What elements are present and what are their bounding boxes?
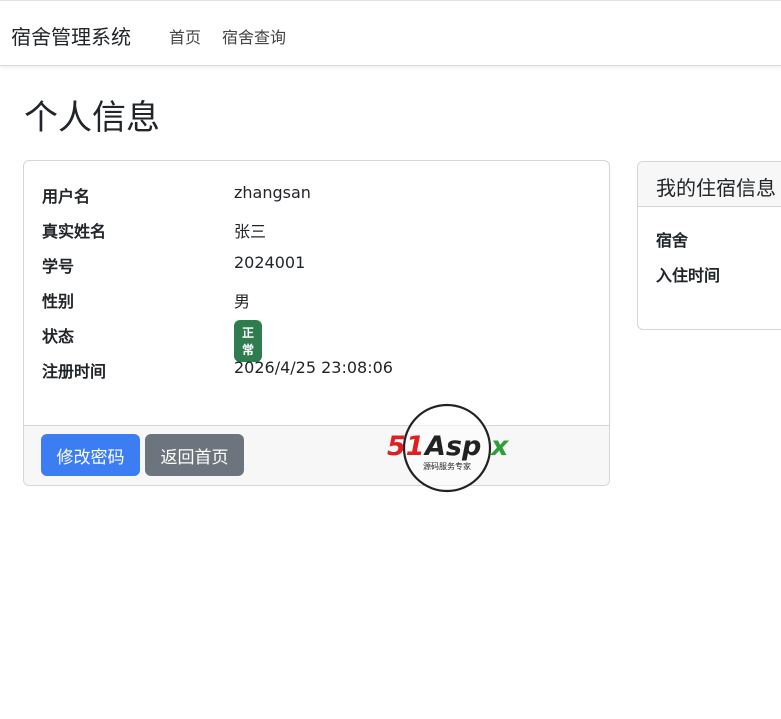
info-value: 2024001 <box>234 253 306 272</box>
page-title: 个人信息 <box>24 98 160 138</box>
info-value: 张三 <box>234 222 267 241</box>
info-label: 状态 <box>42 327 75 346</box>
change-password-button[interactable]: 修改密码 <box>41 434 140 476</box>
profile-card: 用户名 zhangsan 真实姓名 张三 学号 2024001 性别 男 状态 … <box>23 160 610 486</box>
info-value: 男 <box>234 292 251 311</box>
info-label: 真实姓名 <box>42 222 107 241</box>
dorm-info-card: 我的住宿信息 宿舍 入住时间 <box>637 161 781 330</box>
navbar-brand[interactable]: 宿舍管理系统 <box>11 21 131 50</box>
info-label: 宿舍 <box>656 231 689 250</box>
navbar: 宿舍管理系统 首页 宿舍查询 <box>0 0 781 66</box>
info-label: 注册时间 <box>42 362 107 381</box>
svg-text:51: 51 <box>387 431 425 462</box>
status-badge: 正常 <box>234 320 263 362</box>
info-value: zhangsan <box>234 183 311 202</box>
svg-text:Asp: Asp <box>423 431 481 462</box>
watermark-logo: 51 Asp x 源码服务专家 <box>387 403 510 493</box>
info-label: 用户名 <box>42 187 91 206</box>
nav-link-home[interactable]: 首页 <box>169 24 201 48</box>
info-value: 2026/4/25 23:08:06 <box>234 358 393 377</box>
dorm-info-card-header: 我的住宿信息 <box>638 162 781 207</box>
svg-text:x: x <box>489 431 510 462</box>
info-label: 入住时间 <box>656 266 721 285</box>
info-label: 学号 <box>42 257 75 276</box>
back-home-button[interactable]: 返回首页 <box>145 434 244 476</box>
info-label: 性别 <box>42 292 75 311</box>
profile-card-footer: 修改密码 返回首页 <box>24 425 609 485</box>
nav-link-dorm-query[interactable]: 宿舍查询 <box>222 24 286 48</box>
dorm-info-title: 我的住宿信息 <box>656 176 776 200</box>
svg-text:源码服务专家: 源码服务专家 <box>423 461 471 471</box>
